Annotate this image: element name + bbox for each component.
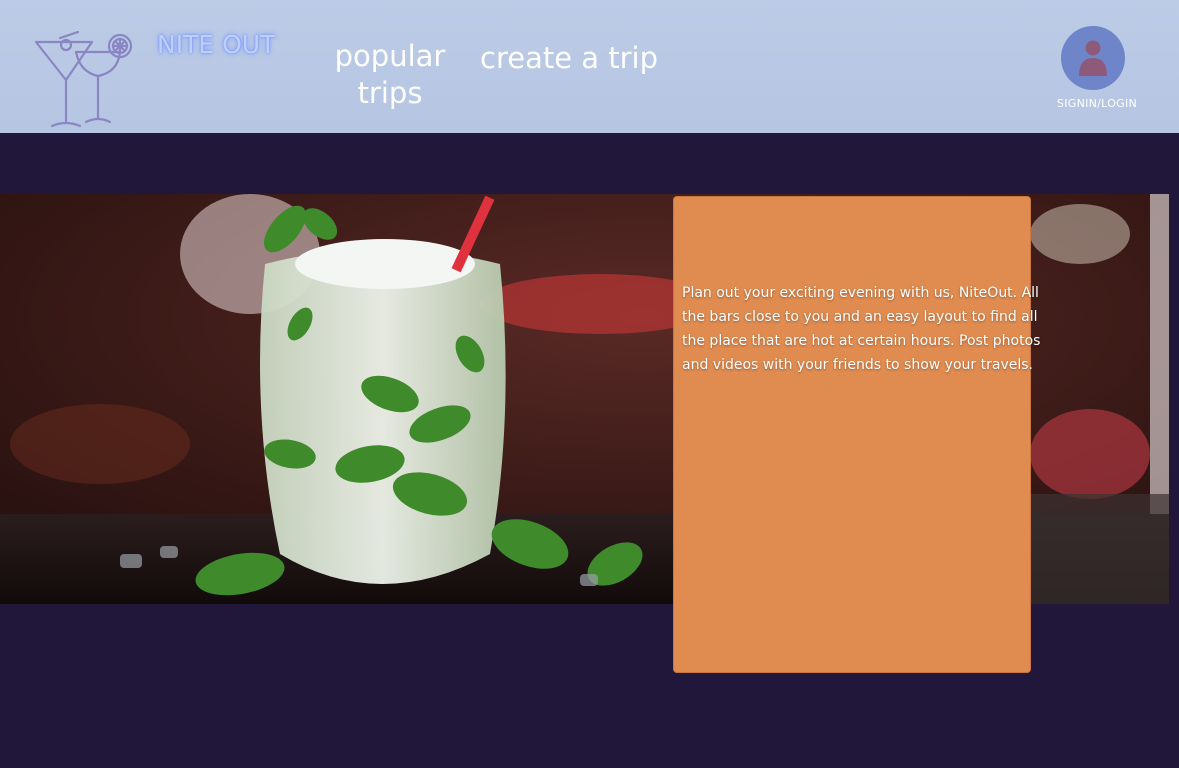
signin-login-label[interactable]: SIGNIN/LOGIN [1047,97,1147,110]
info-description: Plan out your exciting evening with us, … [682,285,1041,373]
cocktail-glasses-icon[interactable] [30,28,140,132]
brand-title[interactable]: NITE OUT [157,30,275,59]
avatar[interactable] [1061,26,1125,90]
top-navbar: NITE OUT popular trips create a trip SIG… [0,0,1179,133]
signin-login-button[interactable]: SIGNIN/LOGIN [1047,26,1147,116]
nav-popular-trips[interactable]: popular trips [330,38,450,112]
nav-create-trip[interactable]: create a trip [480,40,658,77]
info-card: Plan out your exciting evening with us, … [673,196,1040,673]
user-icon [1079,40,1107,76]
